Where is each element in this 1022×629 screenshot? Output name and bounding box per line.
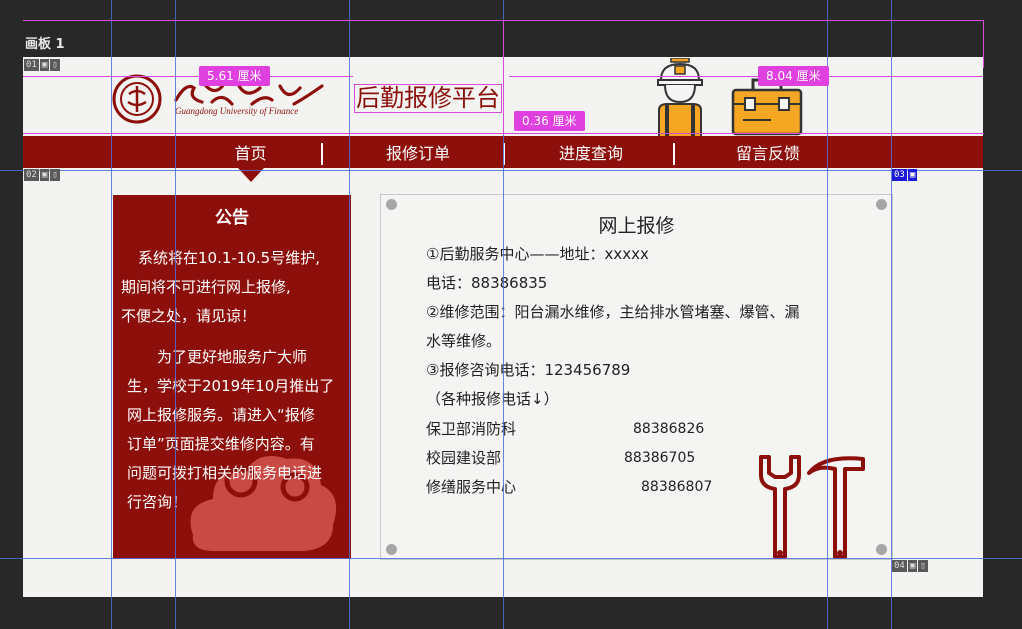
- guide-vertical[interactable]: [827, 0, 828, 629]
- guide-vertical[interactable]: [349, 0, 350, 629]
- card-line: 水等维修。: [426, 332, 502, 350]
- card-line: （各种报修电话↓）: [426, 390, 559, 408]
- layer-tag[interactable]: 03 ▣: [892, 169, 918, 181]
- guide-horizontal[interactable]: [0, 170, 1022, 171]
- contact-phone: 88386705: [624, 450, 696, 466]
- pin-icon: [876, 199, 887, 210]
- notice-line: 生，学校于2019年10月推出了: [127, 377, 335, 395]
- image-icon: ▣: [39, 169, 50, 181]
- measurement-badge: 0.36 厘米: [514, 111, 585, 131]
- guide-vertical[interactable]: [175, 0, 176, 629]
- selection-outline: [509, 76, 983, 77]
- pin-icon: [386, 544, 397, 555]
- guide-vertical[interactable]: [891, 0, 892, 629]
- card-line: ①后勤服务中心——地址：xxxxx: [426, 245, 649, 263]
- school-seal-icon: [112, 74, 162, 124]
- platform-title[interactable]: 后勤报修平台: [354, 84, 502, 113]
- contact-phone: 88386807: [641, 479, 713, 495]
- layer-number: 04: [892, 560, 907, 572]
- contact-name: 校园建设部: [426, 449, 502, 467]
- notice-line: 行咨询！: [127, 493, 188, 511]
- notice-line: 订单”页面提交维修内容。有: [127, 435, 315, 453]
- lock-icon: ▯: [50, 169, 60, 181]
- notice-line: 不便之处，请见谅！: [121, 307, 257, 325]
- selection-outline: [503, 20, 504, 134]
- pin-icon: [386, 199, 397, 210]
- hammer-icon: [805, 455, 867, 559]
- artboard-label[interactable]: 画板 1: [25, 33, 65, 52]
- repair-info-card: 网上报修 ①后勤服务中心——地址：xxxxx 电话：88386835 ②维修范围…: [380, 194, 893, 560]
- worker-icon: [655, 57, 705, 136]
- measurement-badge: 5.61 厘米: [199, 66, 270, 86]
- wrench-icon: [757, 453, 803, 559]
- nav-item-progress[interactable]: 进度查询: [541, 136, 641, 168]
- image-icon: ▣: [907, 169, 918, 181]
- contact-phone: 88386826: [633, 421, 705, 437]
- image-icon: ▣: [39, 59, 50, 71]
- measurement-badge: 8.04 厘米: [758, 66, 829, 86]
- guide-vertical[interactable]: [111, 0, 112, 629]
- layer-number: 03: [892, 169, 907, 181]
- notice-line: 系统将在10.1-10.5号维护,: [123, 249, 320, 267]
- nav-item-orders[interactable]: 报修订单: [368, 136, 468, 168]
- selection-outline: [23, 76, 353, 77]
- card-line: 电话：88386835: [426, 274, 548, 292]
- card-line: ②维修范围：阳台漏水维修，主给排水管堵塞、爆管、漏: [426, 303, 800, 321]
- nav-item-home[interactable]: 首页: [213, 136, 288, 168]
- selection-outline: [983, 20, 984, 68]
- nav-separator: [321, 143, 323, 165]
- notice-line: 期间将不可进行网上报修,: [121, 278, 291, 296]
- layer-number: 01: [24, 59, 39, 71]
- nav-separator: [673, 143, 675, 165]
- notice-line: 网上报修服务。请进入“报修: [127, 406, 315, 424]
- lock-icon: ▯: [918, 560, 928, 572]
- layer-number: 02: [24, 169, 39, 181]
- notice-line: 为了更好地服务广大师: [127, 348, 308, 366]
- layer-tag[interactable]: 02 ▣ ▯: [24, 169, 60, 181]
- notice-panel: 公告 系统将在10.1-10.5号维护, 期间将不可进行网上报修, 不便之处，请…: [113, 195, 351, 559]
- image-icon: ▣: [907, 560, 918, 572]
- school-logo-subtitle: Guangdong University of Finance: [175, 106, 299, 116]
- pin-icon: [876, 544, 887, 555]
- card-title: 网上报修: [598, 215, 675, 237]
- layer-tag[interactable]: 01 ▣ ▯: [24, 59, 60, 71]
- card-line: ③报修咨询电话：123456789: [426, 361, 631, 379]
- guide-horizontal[interactable]: [0, 558, 1022, 559]
- layer-tag[interactable]: 04 ▣ ▯: [892, 560, 928, 572]
- notice-line: 问题可拨打相关的服务电话进: [127, 464, 323, 482]
- lock-icon: ▯: [50, 59, 60, 71]
- notice-title: 公告: [215, 208, 249, 228]
- nav-item-feedback[interactable]: 留言反馈: [718, 136, 818, 168]
